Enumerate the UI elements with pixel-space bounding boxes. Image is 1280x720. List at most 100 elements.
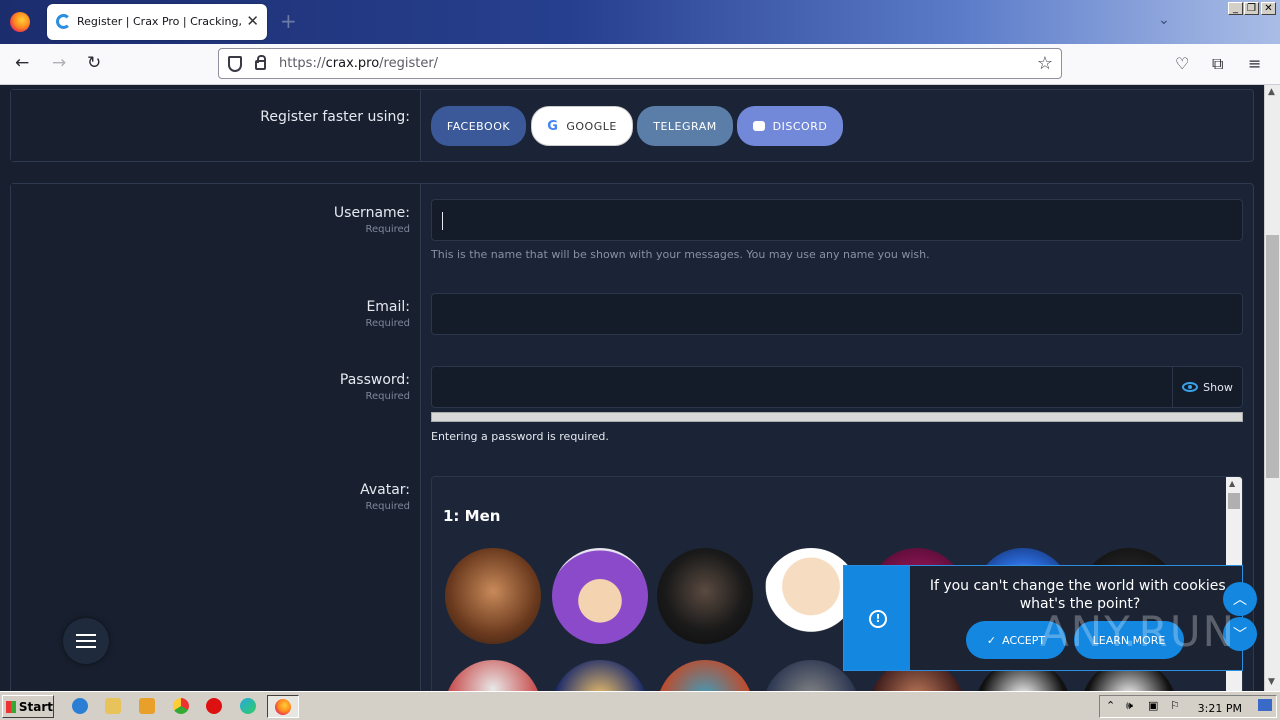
avatar-option-man-dark[interactable] bbox=[657, 548, 753, 644]
pocket-icon[interactable]: ♡ bbox=[1175, 54, 1189, 73]
cookie-message-line1: If you can't change the world with cooki… bbox=[929, 578, 1231, 594]
discord-icon bbox=[752, 121, 765, 131]
facebook-button[interactable]: FACEBOOK bbox=[431, 106, 526, 146]
window-close-button[interactable]: ✕ bbox=[1261, 2, 1276, 15]
username-hint: This is the name that will be shown with… bbox=[431, 248, 930, 261]
extensions-icon[interactable]: ⧉ bbox=[1212, 54, 1223, 74]
avatar-required: Required bbox=[365, 501, 410, 512]
lock-icon[interactable] bbox=[255, 55, 266, 70]
new-tab-button[interactable]: + bbox=[280, 9, 297, 33]
list-all-tabs-chevron-icon[interactable]: ⌄ bbox=[1158, 12, 1170, 28]
password-label: Password: bbox=[339, 372, 410, 388]
crax-favicon-icon bbox=[56, 14, 71, 29]
start-label: Start bbox=[18, 699, 53, 714]
tab-close-icon[interactable]: ✕ bbox=[246, 12, 259, 30]
url-bar[interactable]: https://crax.pro/register/ ☆ bbox=[218, 48, 1062, 79]
firefox-logo-icon[interactable] bbox=[10, 12, 30, 32]
firefox-icon bbox=[275, 699, 291, 715]
windows-taskbar: Start ⌃ 🕪 ▣ ⚐ 3:21 PM bbox=[0, 691, 1280, 720]
username-required: Required bbox=[365, 224, 410, 235]
file-explorer-icon[interactable] bbox=[105, 698, 121, 714]
hamburger-line-icon bbox=[76, 646, 96, 648]
username-input[interactable] bbox=[431, 199, 1243, 241]
show-desktop-icon[interactable] bbox=[1258, 699, 1272, 711]
avatar-picker-scroll-thumb[interactable] bbox=[1228, 493, 1240, 509]
action-center-flag-icon[interactable]: ⚐ bbox=[1170, 699, 1180, 712]
telegram-label: TELEGRAM bbox=[653, 119, 717, 133]
system-tray: ⌃ 🕪 ▣ ⚐ 3:21 PM bbox=[1099, 695, 1277, 718]
browser-nav-bar: ← → ↻ https://crax.pro/register/ ☆ ♡ ⧉ ≡ bbox=[0, 44, 1280, 85]
opera-icon[interactable] bbox=[206, 698, 222, 714]
chevron-up-icon: ︿ bbox=[1233, 592, 1247, 608]
edge-icon[interactable] bbox=[240, 698, 256, 714]
show-password-label: Show bbox=[1203, 380, 1233, 394]
back-arrow-icon[interactable]: ← bbox=[15, 53, 29, 73]
volume-icon[interactable]: 🕪 bbox=[1126, 699, 1133, 713]
url-host: crax.pro bbox=[325, 56, 380, 71]
username-label: Username: bbox=[333, 205, 410, 221]
url-prefix: https:// bbox=[279, 56, 326, 71]
hamburger-line-icon bbox=[76, 640, 96, 642]
internet-explorer-icon[interactable] bbox=[72, 698, 88, 714]
form-label-column bbox=[11, 184, 421, 691]
page-scroll-thumb[interactable] bbox=[1266, 235, 1279, 478]
avatar-option-8[interactable] bbox=[445, 660, 541, 691]
tracking-shield-icon[interactable] bbox=[228, 56, 242, 72]
chrome-icon[interactable] bbox=[173, 698, 189, 714]
anyrun-watermark: ANY.RUN bbox=[1040, 607, 1236, 656]
media-player-icon[interactable] bbox=[139, 698, 155, 714]
url-text[interactable]: https://crax.pro/register/ bbox=[279, 56, 438, 71]
avatar-option-10[interactable] bbox=[657, 660, 753, 691]
avatar-label: Avatar: bbox=[360, 482, 410, 498]
email-label: Email: bbox=[366, 299, 410, 315]
window-minimize-button[interactable]: _ bbox=[1228, 2, 1243, 15]
discord-label: DISCORD bbox=[772, 119, 828, 133]
password-strength-meter bbox=[431, 412, 1243, 422]
browser-tab-register[interactable]: Register | Crax Pro | Cracking, Spa ✕ bbox=[47, 4, 267, 40]
page-scroll-up-arrow-icon[interactable]: ▲ bbox=[1268, 87, 1275, 97]
app-menu-icon[interactable]: ≡ bbox=[1248, 54, 1261, 73]
password-required: Required bbox=[365, 391, 410, 402]
scroll-up-arrow-icon[interactable]: ▲ bbox=[1229, 479, 1235, 488]
email-input[interactable] bbox=[431, 293, 1243, 335]
text-caret bbox=[442, 212, 443, 230]
google-button[interactable]: G GOOGLE bbox=[531, 106, 633, 146]
tab-title: Register | Crax Pro | Cracking, Spa bbox=[77, 15, 242, 28]
url-path: /register/ bbox=[379, 56, 439, 71]
browser-tab-strip: Register | Crax Pro | Cracking, Spa ✕ + … bbox=[0, 0, 1280, 44]
cookie-accept-label: ACCEPT bbox=[1002, 633, 1046, 647]
page-scroll-down-arrow-icon[interactable]: ▼ bbox=[1268, 677, 1275, 687]
checkmark-icon: ✓ bbox=[986, 633, 997, 647]
taskbar-clock[interactable]: 3:21 PM bbox=[1198, 702, 1242, 715]
google-label: GOOGLE bbox=[566, 119, 617, 133]
social-login-label-cell bbox=[11, 90, 421, 161]
password-status-text: Entering a password is required. bbox=[431, 430, 609, 443]
password-input[interactable]: Show bbox=[431, 366, 1243, 408]
google-g-icon: G bbox=[547, 118, 559, 134]
discord-button[interactable]: DISCORD bbox=[737, 106, 843, 146]
firefox-taskbar-button[interactable] bbox=[267, 695, 299, 718]
show-password-button[interactable]: Show bbox=[1172, 367, 1242, 407]
web-page: Register faster using: FACEBOOK G GOOGLE… bbox=[0, 85, 1264, 691]
telegram-button[interactable]: TELEGRAM bbox=[637, 106, 733, 146]
bookmark-star-icon[interactable]: ☆ bbox=[1037, 53, 1053, 74]
avatar-option-sunglasses[interactable] bbox=[552, 548, 648, 644]
exclamation-icon: ! bbox=[869, 610, 887, 628]
hamburger-line-icon bbox=[76, 634, 96, 636]
tray-expand-icon[interactable]: ⌃ bbox=[1106, 699, 1115, 712]
page-scrollbar[interactable]: ▲ ▼ bbox=[1264, 85, 1280, 691]
hamburger-menu-button[interactable] bbox=[63, 618, 109, 664]
network-icon[interactable]: ▣ bbox=[1148, 699, 1158, 712]
forward-arrow-icon[interactable]: → bbox=[52, 53, 66, 73]
avatar-option-cowboy[interactable] bbox=[445, 548, 541, 644]
windows-flag-icon bbox=[6, 700, 16, 713]
window-restore-button[interactable]: ❐ bbox=[1244, 2, 1259, 15]
eye-icon bbox=[1182, 382, 1199, 392]
start-button[interactable]: Start bbox=[2, 695, 54, 718]
facebook-label: FACEBOOK bbox=[446, 119, 511, 133]
email-required: Required bbox=[365, 318, 410, 329]
avatar-option-9[interactable] bbox=[552, 660, 648, 691]
reload-icon[interactable]: ↻ bbox=[87, 53, 101, 73]
register-faster-label: Register faster using: bbox=[260, 109, 410, 125]
avatar-category-title: 1: Men bbox=[443, 507, 501, 525]
